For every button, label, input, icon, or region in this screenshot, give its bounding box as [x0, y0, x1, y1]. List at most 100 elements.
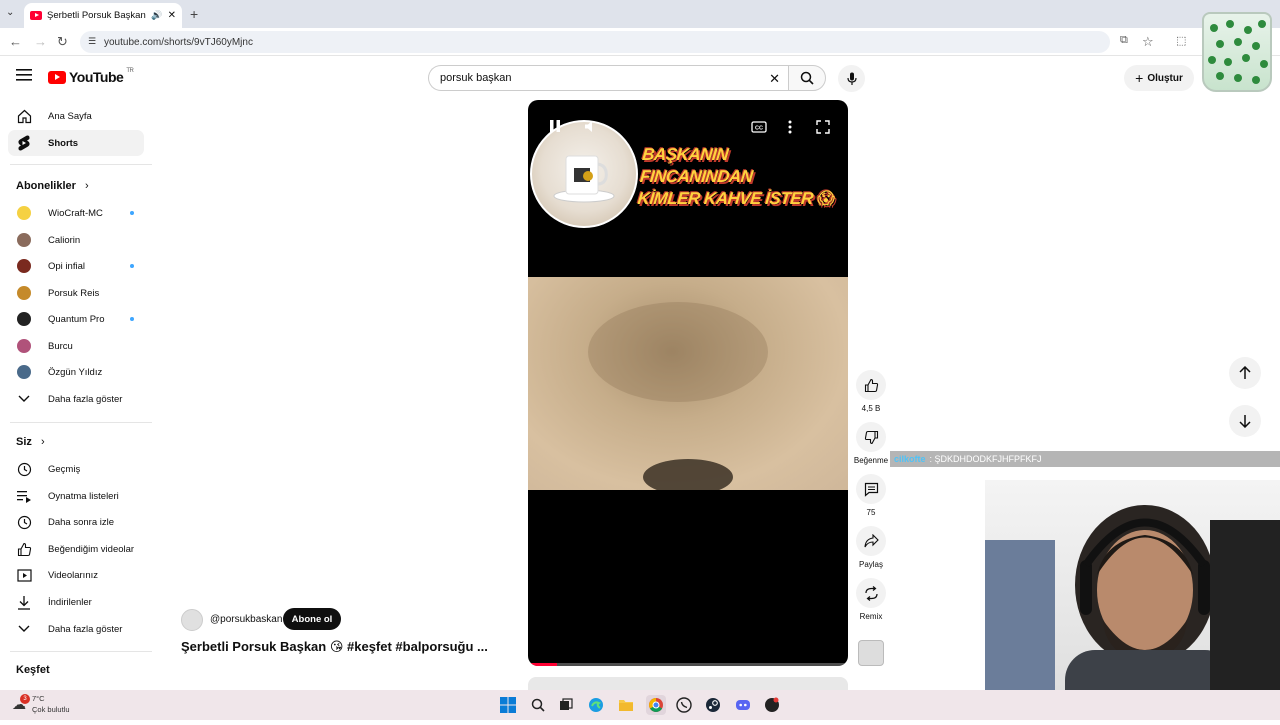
volume-icon[interactable]	[584, 120, 598, 136]
sidebar-item-subscription[interactable]: Opi infial	[8, 253, 144, 279]
chrome-browser-icon[interactable]	[646, 695, 666, 715]
voice-search-button[interactable]	[838, 65, 865, 92]
fullscreen-icon[interactable]	[816, 120, 830, 137]
pause-icon[interactable]	[549, 119, 561, 136]
sidebar-item-shorts[interactable]: Shorts	[8, 130, 144, 156]
show-more-you[interactable]: Daha fazla göster	[8, 616, 144, 642]
sidebar-item-playlists[interactable]: Oynatma listeleri	[8, 483, 144, 509]
sidebar-item-watch-later[interactable]: Daha sonra izle	[8, 509, 144, 535]
show-more-subscriptions[interactable]: Daha fazla göster	[8, 386, 144, 412]
sidebar-item-history[interactable]: Geçmiş	[8, 456, 144, 482]
create-button[interactable]: + Oluştur	[1124, 65, 1194, 91]
subscriptions-heading[interactable]: Abonelikler ›	[16, 180, 89, 192]
windows-start-icon[interactable]	[498, 695, 518, 715]
speaker-icon[interactable]: 🔊	[151, 10, 162, 21]
browser-tab-active[interactable]: Şerbetli Porsuk Başkan 😘# 🔊 ✕	[24, 3, 182, 28]
temperature: 7°C	[32, 694, 45, 703]
clear-search-icon[interactable]: ✕	[769, 71, 780, 87]
subscribe-button[interactable]: Abone ol	[283, 608, 341, 630]
sidebar-item-subscription[interactable]: Caliorin	[8, 227, 144, 253]
arrow-down-icon	[1239, 415, 1251, 428]
divider	[10, 651, 152, 652]
microphone-icon	[846, 72, 857, 85]
search-input[interactable]: porsuk başkan ✕	[428, 65, 790, 91]
tab-close-icon[interactable]: ✕	[168, 10, 176, 21]
dislike-action[interactable]: Beğenme	[851, 422, 891, 465]
remix-button[interactable]	[856, 578, 886, 608]
dislike-button[interactable]	[856, 422, 886, 452]
site-info-icon[interactable]: ☰	[88, 36, 96, 47]
sidebar-item-downloads[interactable]: İndirilenler	[8, 589, 144, 615]
next-short-button[interactable]	[1229, 405, 1261, 437]
more-options-icon[interactable]	[788, 120, 792, 137]
back-arrow-icon[interactable]: ←	[9, 34, 22, 49]
next-short-preview[interactable]	[528, 677, 848, 691]
video-overlay-caption: BAŞKANIN FINCANINDAN KİMLER KAHVE İSTER …	[637, 144, 844, 210]
url-field[interactable]: ☰ youtube.com/shorts/9vTJ60yMjnc	[80, 31, 1110, 53]
sidebar-item-subscription[interactable]: Porsuk Reis	[8, 280, 144, 306]
video-title[interactable]: Şerbetli Porsuk Başkan 😘 #keşfet #balpor…	[181, 639, 488, 655]
youtube-header: YouTube TR porsuk başkan ✕ + Oluştur	[0, 56, 1280, 98]
reload-icon[interactable]: ↻	[57, 34, 68, 50]
sidebar-item-label: Videolarınız	[48, 569, 98, 581]
sidebar-item-subscription[interactable]: Burcu	[8, 333, 144, 359]
channel-handle[interactable]: @porsukbaskan	[210, 614, 282, 625]
sidebar-item-your-videos[interactable]: Videolarınız	[8, 562, 144, 588]
youtube-logo[interactable]: YouTube TR	[48, 68, 134, 85]
discord-icon[interactable]	[733, 695, 753, 715]
comments-button[interactable]	[856, 474, 886, 504]
remix-icon	[864, 585, 878, 601]
arrow-up-icon	[1239, 366, 1251, 379]
sidebar-item-label: Opi infial	[48, 260, 85, 272]
like-count: 4,5 B	[861, 404, 881, 413]
share-button[interactable]	[856, 526, 886, 556]
like-action[interactable]: 4,5 B	[855, 370, 887, 413]
remix-label: Remix	[859, 612, 883, 621]
file-explorer-icon[interactable]	[616, 695, 636, 715]
previous-short-button[interactable]	[1229, 357, 1261, 389]
sound-thumbnail[interactable]	[858, 640, 884, 666]
new-tab-plus-icon[interactable]: +	[190, 6, 198, 22]
search-input-value: porsuk başkan	[440, 72, 512, 84]
edge-browser-icon[interactable]	[586, 695, 606, 715]
sidebar-item-subscription[interactable]: WioCraft-MC	[8, 200, 144, 226]
weather-widget[interactable]: ☁ 3 7°C Çok bulutlu	[12, 693, 70, 715]
whatsapp-icon[interactable]	[674, 695, 694, 715]
you-heading-text: Siz	[16, 436, 32, 448]
you-heading[interactable]: Siz ›	[16, 436, 45, 448]
tab-list-chevron-icon[interactable]: ⌄	[6, 7, 14, 18]
sidebar-item-subscription[interactable]: Quantum Pro	[8, 306, 144, 332]
chat-username: cilkofte	[894, 454, 926, 464]
tab-title: Şerbetli Porsuk Başkan 😘#	[47, 10, 146, 21]
avatar	[17, 312, 31, 326]
comments-action[interactable]: 75	[855, 474, 887, 517]
forward-arrow-icon[interactable]: →	[34, 34, 47, 49]
channel-avatar[interactable]	[181, 609, 203, 631]
home-icon	[16, 108, 32, 124]
remix-action[interactable]: Remix	[855, 578, 887, 621]
captions-icon[interactable]: CC	[751, 121, 767, 136]
app-icon[interactable]	[762, 695, 782, 715]
bookmark-star-icon[interactable]: ☆	[1142, 34, 1154, 50]
task-view-icon[interactable]	[556, 695, 576, 715]
like-button[interactable]	[856, 370, 886, 400]
video-progress-bar[interactable]	[528, 663, 848, 666]
extensions-icon[interactable]: ⬚	[1176, 34, 1186, 47]
install-app-icon[interactable]: ⧉	[1120, 34, 1128, 47]
shorts-video-player[interactable]: BAŞKANIN FINCANINDAN KİMLER KAHVE İSTER …	[528, 100, 848, 666]
menu-hamburger-icon[interactable]	[16, 68, 32, 87]
svg-text:CC: CC	[755, 126, 763, 132]
divider	[10, 164, 152, 165]
sidebar-item-subscription[interactable]: Özgün Yıldız	[8, 359, 144, 385]
share-action[interactable]: Paylaş	[855, 526, 887, 569]
sidebar-item-home[interactable]: Ana Sayfa	[8, 103, 144, 129]
comment-icon	[864, 482, 878, 497]
coffee-cup-image	[530, 120, 638, 228]
sidebar-item-liked-videos[interactable]: Beğendiğim videolar	[8, 536, 144, 562]
sidebar-item-label: Shorts	[48, 137, 79, 149]
new-content-dot	[130, 211, 134, 215]
search-button[interactable]	[788, 65, 826, 91]
taskbar-search-icon[interactable]	[528, 695, 548, 715]
region-code: TR	[126, 68, 134, 74]
steam-icon[interactable]	[703, 695, 723, 715]
